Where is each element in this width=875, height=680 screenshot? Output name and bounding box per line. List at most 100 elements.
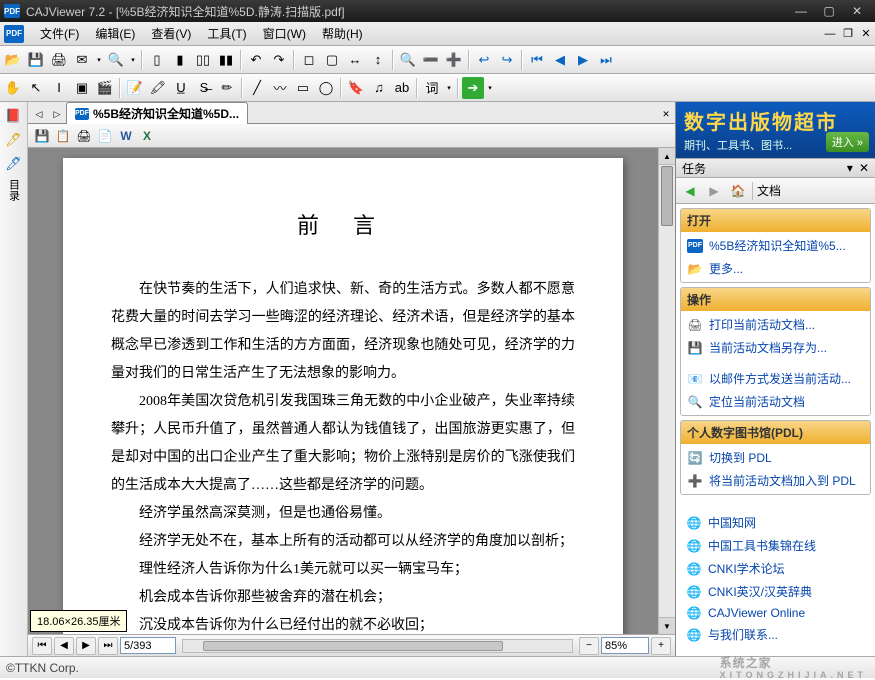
menu-file[interactable]: 文件(F) [32,22,87,45]
fit-actual-icon[interactable]: ◻ [298,49,320,71]
maximize-button[interactable]: ▢ [815,0,843,22]
dict-icon[interactable]: 词 [421,77,443,99]
menu-window[interactable]: 窗口(W) [255,22,314,45]
menu-tools[interactable]: 工具(T) [199,22,254,45]
panel-menu-icon[interactable]: ▾ [847,161,853,175]
text-tool-icon[interactable]: ab [391,77,413,99]
ocr-icon[interactable]: 🎬 [94,77,116,99]
outline-icon[interactable]: 目录 [4,178,24,202]
rotate-ccw-icon[interactable]: ↶ [245,49,267,71]
vertical-scrollbar[interactable]: ▲ ▼ [658,148,675,634]
next-page-button[interactable]: ▶ [76,637,96,655]
tab-close-icon[interactable]: ✕ [657,105,675,123]
tab-next-icon[interactable]: ▷ [48,105,66,123]
prev-page-button[interactable]: ◀ [54,637,74,655]
dropdown-icon[interactable]: ▾ [128,49,138,71]
app-menu-icon[interactable]: PDF [4,25,24,43]
first-page-button[interactable]: ⏮ [32,637,52,655]
scroll-thumb[interactable] [661,166,673,226]
dropdown-icon[interactable]: ▾ [444,77,454,99]
close-button[interactable]: ✕ [843,0,871,22]
home-icon[interactable]: 🏠 [728,181,748,201]
music-icon[interactable]: ♫ [368,77,390,99]
menu-view[interactable]: 查看(V) [143,22,199,45]
link-item[interactable]: 🌐中国知网 [680,511,871,534]
last-page-button[interactable]: ⏭ [98,637,118,655]
highlight-icon[interactable]: 🖍 [147,77,169,99]
promo-banner[interactable]: 数字出版物超市 期刊、工具书、图书... 进入 » [676,102,875,158]
text-select-icon[interactable]: I [48,77,70,99]
panel-forward-icon[interactable]: ▶ [704,181,724,201]
zoom-in-icon[interactable]: ➕ [443,49,465,71]
print-icon[interactable]: 🖨 [74,126,94,146]
fit-height-icon[interactable]: ↕ [367,49,389,71]
export-icon[interactable]: 📄 [95,126,115,146]
print-doc-item[interactable]: 🖨打印当前活动文档... [681,313,870,336]
fit-width-icon[interactable]: ↔ [344,49,366,71]
zoom-out-icon[interactable]: ➖ [420,49,442,71]
mail-icon[interactable]: ✉ [71,49,93,71]
mdi-restore-button[interactable]: ❐ [839,26,857,42]
document-tab[interactable]: PDF %5B经济知识全知道%5D... [66,102,248,124]
save-icon[interactable]: 💾 [25,49,47,71]
link-item[interactable]: 🌐CNKI学术论坛 [680,557,871,580]
dropdown-icon[interactable]: ▾ [485,77,495,99]
more-files-item[interactable]: 📂更多... [681,257,870,280]
save-as-item[interactable]: 💾当前活动文档另存为... [681,336,870,359]
hand-tool-icon[interactable]: ✋ [2,77,24,99]
tab-prev-icon[interactable]: ◁ [30,105,48,123]
open-icon[interactable]: 📂 [2,49,24,71]
zoom-input[interactable] [601,637,649,654]
strikethrough-icon[interactable]: S̶ [193,77,215,99]
zoom-area-icon[interactable]: 🔍 [397,49,419,71]
link-item[interactable]: 🌐中国工具书集锦在线 [680,534,871,557]
scroll-up-icon[interactable]: ▲ [659,148,675,165]
print-icon[interactable]: 🖨 [48,49,70,71]
hscroll-thumb[interactable] [203,641,503,651]
back-icon[interactable]: ↩ [473,49,495,71]
copy-icon[interactable]: 📋 [53,126,73,146]
book-icon[interactable]: 📕 [4,106,24,126]
page-number-input[interactable] [120,637,176,654]
next-page-icon[interactable]: ▶ [572,49,594,71]
zoom-out-button[interactable]: − [579,637,599,655]
go-icon[interactable]: ➔ [462,77,484,99]
continuous-icon[interactable]: ▮ [169,49,191,71]
link-item[interactable]: 🌐CNKI英汉/汉英辞典 [680,580,871,603]
fit-page-icon[interactable]: ▢ [321,49,343,71]
pen-icon[interactable]: 🖊 [4,154,24,174]
underline-icon[interactable]: U̲ [170,77,192,99]
pointer-icon[interactable]: ↖ [25,77,47,99]
mdi-close-button[interactable]: ✕ [857,26,875,42]
first-page-icon[interactable]: ⏮ [526,49,548,71]
forward-icon[interactable]: ↪ [496,49,518,71]
ellipse-icon[interactable]: ◯ [315,77,337,99]
last-page-icon[interactable]: ⏭ [595,49,617,71]
pencil-icon[interactable]: ✏ [216,77,238,99]
panel-back-icon[interactable]: ◀ [680,181,700,201]
locate-doc-item[interactable]: 🔍定位当前活动文档 [681,390,870,413]
single-page-icon[interactable]: ▯ [146,49,168,71]
excel-icon[interactable]: X [137,126,157,146]
rectangle-icon[interactable]: ▭ [292,77,314,99]
prev-page-icon[interactable]: ◀ [549,49,571,71]
zoom-in-button[interactable]: + [651,637,671,655]
rotate-cw-icon[interactable]: ↷ [268,49,290,71]
curve-icon[interactable]: 〰 [269,77,291,99]
recent-file-item[interactable]: PDF%5B经济知识全知道%5... [681,234,870,257]
highlighter-icon[interactable]: 🖊 [4,130,24,150]
mdi-minimize-button[interactable]: — [821,26,839,42]
bookmark-icon[interactable]: 🔖 [345,77,367,99]
snapshot-icon[interactable]: ▣ [71,77,93,99]
link-item[interactable]: 🌐CAJViewer Online [680,603,871,623]
dropdown-icon[interactable]: ▾ [94,49,104,71]
line-icon[interactable]: ╱ [246,77,268,99]
panel-close-icon[interactable]: ✕ [859,161,869,175]
facing-continuous-icon[interactable]: ▮▮ [215,49,237,71]
scroll-down-icon[interactable]: ▼ [659,617,675,634]
horizontal-scrollbar[interactable] [182,639,573,653]
add-pdl-item[interactable]: ➕将当前活动文档加入到 PDL [681,469,870,492]
facing-icon[interactable]: ▯▯ [192,49,214,71]
link-item[interactable]: 🌐与我们联系... [680,623,871,646]
page-scroll[interactable]: 前 言 在快节奏的生活下，人们追求快、新、奇的生活方式。多数人都不愿意花费大量的… [28,148,658,634]
